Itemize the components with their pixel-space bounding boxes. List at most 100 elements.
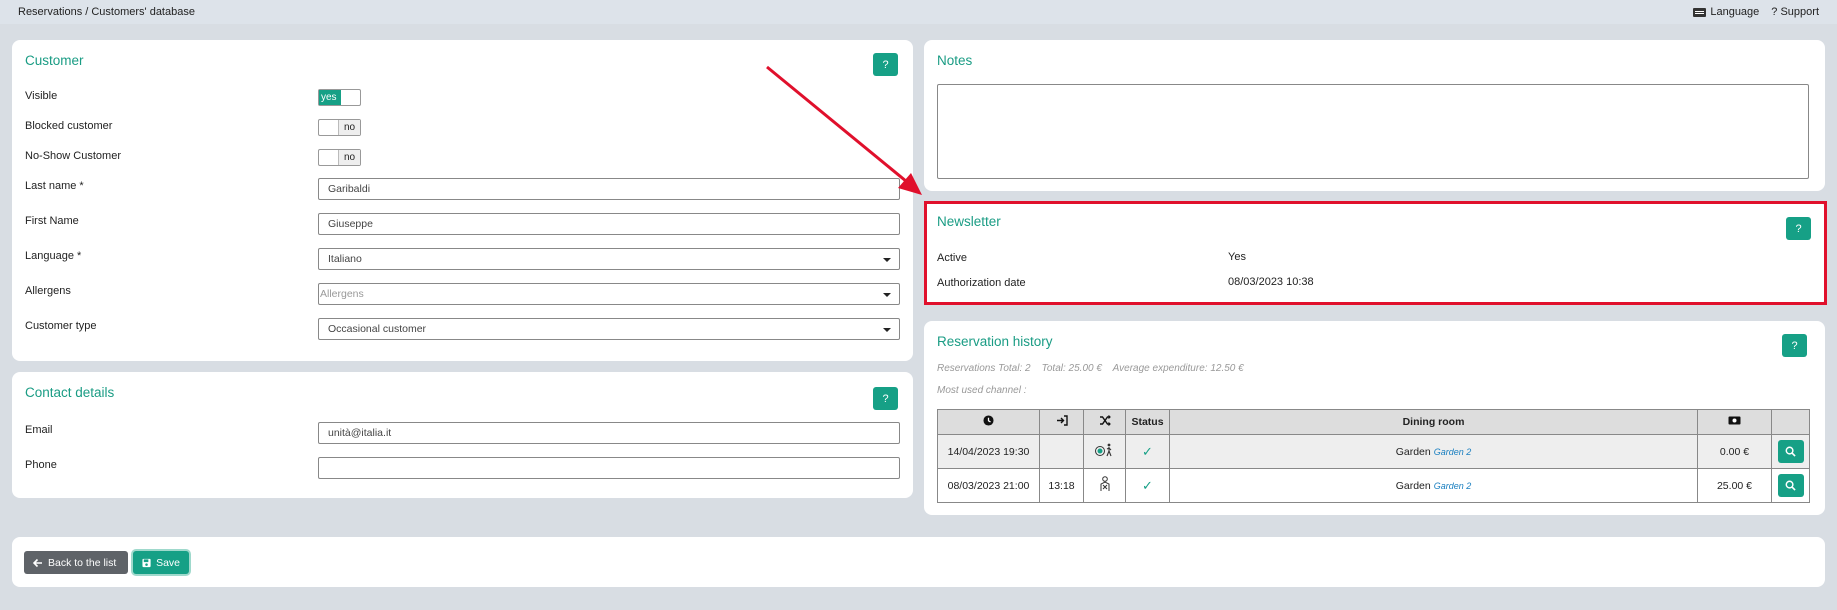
view-reservation-button[interactable] (1777, 440, 1804, 463)
lastname-value: Garibaldi (328, 183, 371, 195)
row-room: Garden (1395, 479, 1431, 492)
row-room-sub: Garden 2 (1433, 446, 1472, 457)
language-select[interactable]: Italiano (318, 248, 900, 270)
customer-title: Customer (25, 53, 84, 68)
save-label: Save (156, 556, 180, 569)
blocked-label: Blocked customer (25, 120, 113, 132)
sign-in-icon (1056, 415, 1068, 426)
newsletter-title: Newsletter (937, 214, 1001, 229)
noshow-label: No-Show Customer (25, 150, 121, 162)
contact-panel: Contact details ? Email unità@italia.it … (12, 372, 913, 498)
customer-help-button[interactable]: ? (873, 53, 898, 76)
blocked-toggle[interactable]: no (318, 119, 361, 136)
view-reservation-button[interactable] (1777, 474, 1804, 497)
row-date: 08/03/2023 21:00 (937, 468, 1040, 503)
row-status: ✓ (1125, 434, 1170, 469)
top-bar: Reservations / Customers' database Langu… (0, 0, 1837, 24)
language-value: Italiano (328, 253, 362, 265)
lastname-field[interactable]: Garibaldi (318, 178, 900, 200)
contact-help-button[interactable]: ? (873, 387, 898, 410)
history-channel: Most used channel : (937, 385, 1027, 396)
noshow-toggle[interactable]: no (318, 149, 361, 166)
floppy-disk-icon (142, 558, 151, 567)
firstname-field[interactable]: Giuseppe (318, 213, 900, 235)
customer-type-select[interactable]: Occasional customer (318, 318, 900, 340)
language-label: Language * (25, 250, 82, 262)
header-channel[interactable] (1083, 409, 1126, 435)
row-dining-room: Garden Garden 2 (1169, 434, 1698, 469)
phone-label: Phone (25, 459, 57, 471)
row-channel (1083, 434, 1126, 469)
newsletter-active-value: Yes (1228, 251, 1246, 263)
firstname-value: Giuseppe (328, 218, 373, 230)
check-icon: ✓ (1142, 477, 1153, 493)
visible-toggle-value: yes (319, 90, 341, 105)
table-row[interactable]: 14/04/2023 19:30 ✓ Garden Garden 2 0.00 € (937, 434, 1810, 469)
history-stats: Reservations Total: 2 Total: 25.00 € Ave… (937, 363, 1244, 374)
language-label: Language (1710, 6, 1760, 18)
support-link[interactable]: ? Support (1771, 6, 1819, 18)
history-table: Status Dining room 14/04/2023 19:30 ✓ Ga… (937, 409, 1810, 503)
keyboard-icon (1693, 7, 1707, 17)
email-field[interactable]: unità@italia.it (318, 422, 900, 444)
header-status[interactable]: Status (1125, 409, 1170, 435)
email-value: unità@italia.it (328, 427, 392, 439)
visible-label: Visible (25, 90, 58, 102)
newsletter-auth-value: 08/03/2023 10:38 (1228, 276, 1314, 288)
history-panel: Reservation history ? Reservations Total… (924, 321, 1825, 515)
newsletter-help-button[interactable]: ? (1786, 217, 1811, 240)
row-actions (1771, 434, 1810, 469)
notes-title: Notes (937, 53, 973, 68)
noshow-toggle-value: no (338, 150, 360, 165)
search-icon (1785, 446, 1796, 457)
blocked-toggle-value: no (338, 120, 360, 135)
row-actions (1771, 468, 1810, 503)
arrow-left-icon (33, 558, 42, 567)
footer-panel: Back to the list Save (12, 537, 1825, 587)
header-dining-room[interactable]: Dining room (1169, 409, 1698, 435)
language-menu[interactable]: Language (1693, 6, 1759, 18)
phone-field[interactable] (318, 457, 900, 479)
search-icon (1785, 480, 1796, 491)
allergens-label: Allergens (25, 285, 71, 297)
notes-textarea[interactable] (937, 84, 1809, 179)
table-row[interactable]: 08/03/2023 21:00 13:18 ✓ Garden Garden 2 … (937, 468, 1810, 503)
history-title: Reservation history (937, 334, 1053, 349)
money-icon (1728, 416, 1741, 425)
header-arrival[interactable] (1039, 409, 1084, 435)
email-label: Email (25, 424, 53, 436)
history-help-button[interactable]: ? (1782, 334, 1807, 357)
header-time[interactable] (937, 409, 1040, 435)
lastname-label: Last name * (25, 180, 84, 192)
row-amount: 25.00 € (1697, 468, 1772, 503)
row-amount: 0.00 € (1697, 434, 1772, 469)
allergens-placeholder: Allergens (320, 288, 364, 300)
clock-icon (983, 415, 994, 426)
allergens-select[interactable]: Allergens (318, 283, 900, 305)
row-date: 14/04/2023 19:30 (937, 434, 1040, 469)
check-icon: ✓ (1142, 443, 1153, 459)
walk-in-icon (1094, 443, 1112, 457)
breadcrumb: Reservations / Customers' database (18, 6, 195, 18)
row-channel (1083, 468, 1126, 503)
back-to-list-button[interactable]: Back to the list (24, 551, 128, 574)
back-to-list-label: Back to the list (48, 556, 117, 569)
row-arrival: 13:18 (1039, 468, 1084, 503)
newsletter-panel: Newsletter ? Active Yes Authorization da… (924, 201, 1825, 305)
header-actions (1771, 409, 1810, 435)
row-status: ✓ (1125, 468, 1170, 503)
save-button[interactable]: Save (133, 551, 189, 574)
row-room: Garden (1395, 445, 1431, 458)
contact-title: Contact details (25, 385, 115, 400)
row-dining-room: Garden Garden 2 (1169, 468, 1698, 503)
visible-toggle[interactable]: yes (318, 89, 361, 106)
row-arrival (1039, 434, 1084, 469)
customer-type-label: Customer type (25, 320, 97, 332)
customer-panel: Customer ? Visible yes Blocked customer … (12, 40, 913, 361)
shuffle-icon (1099, 415, 1111, 426)
header-amount[interactable] (1697, 409, 1772, 435)
newsletter-active-label: Active (937, 252, 967, 264)
newsletter-auth-label: Authorization date (937, 277, 1026, 289)
notes-panel: Notes (924, 40, 1825, 191)
firstname-label: First Name (25, 215, 79, 227)
